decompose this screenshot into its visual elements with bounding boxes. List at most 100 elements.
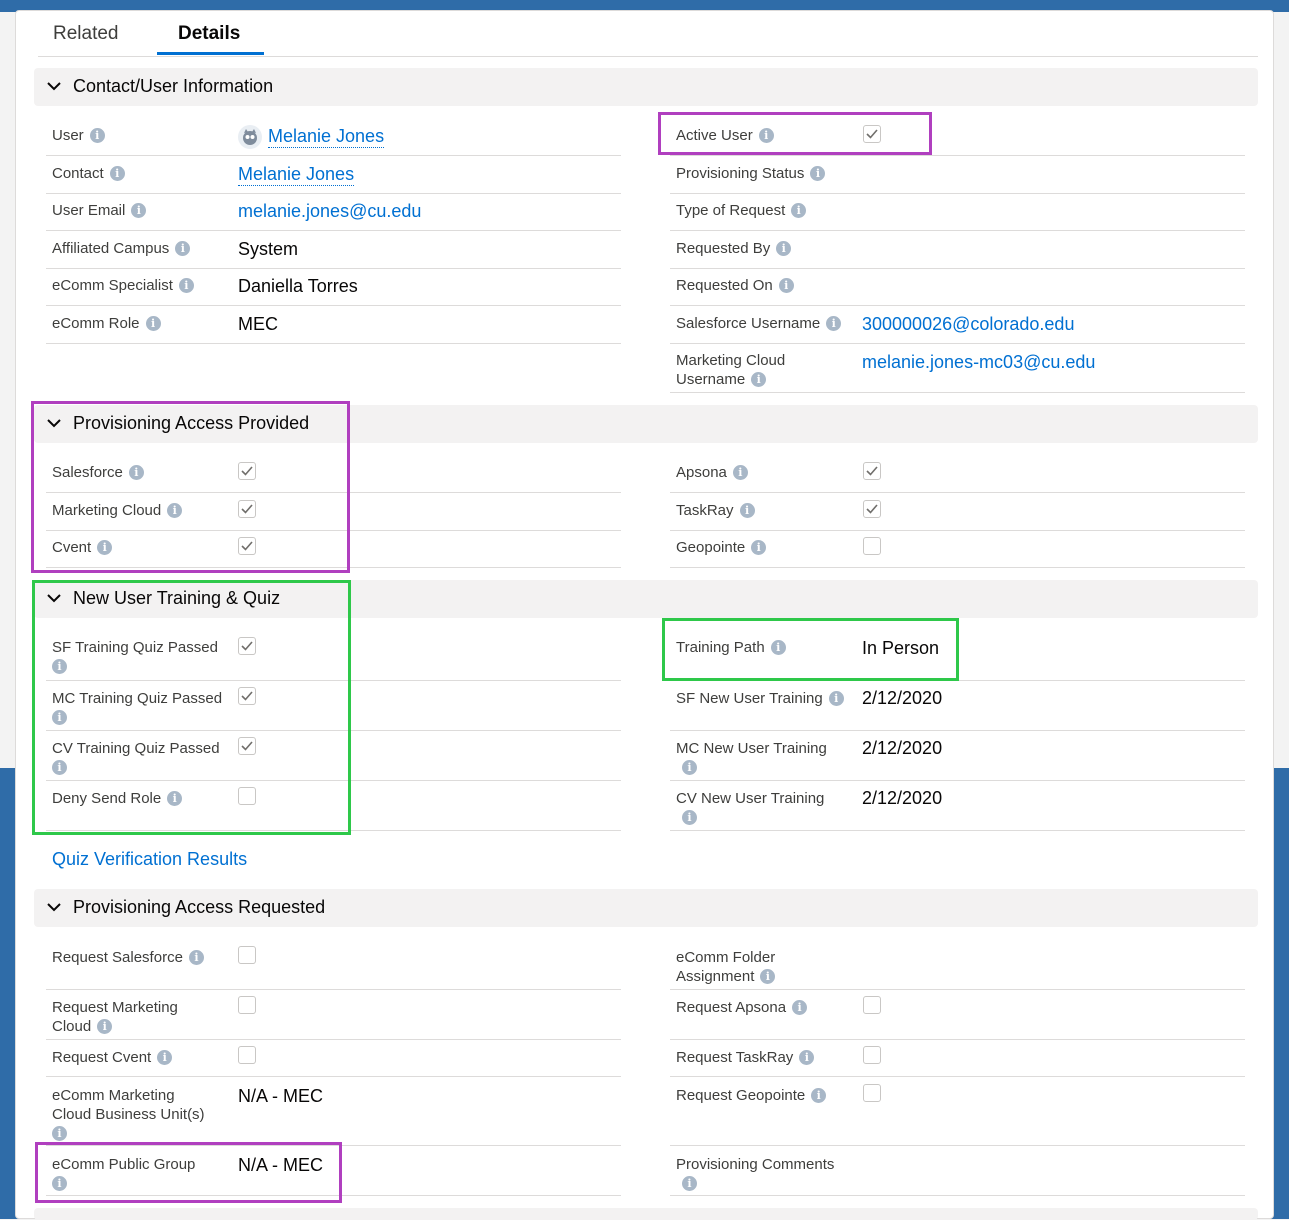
tab-details[interactable]: Details [178, 23, 240, 45]
divider [670, 392, 1245, 393]
divider [46, 1076, 621, 1077]
highlight-provisioning-provided [31, 401, 350, 573]
info-icon[interactable]: i [792, 999, 808, 1015]
info-icon[interactable]: i [682, 1175, 697, 1191]
request-salesforce-checkbox[interactable] [238, 946, 256, 964]
ecomm-specialist-value: Daniella Torres [238, 276, 358, 296]
geopointe-label: Geopointe i [676, 538, 767, 557]
divider [670, 1145, 1245, 1146]
divider [46, 193, 621, 194]
info-icon[interactable]: i [109, 165, 125, 181]
info-icon[interactable]: i [131, 202, 147, 218]
provisioning-status-label: Provisioning Status i [676, 164, 826, 183]
info-icon[interactable]: i [188, 949, 204, 965]
highlight-training-quiz [32, 580, 351, 835]
apsona-checkbox[interactable] [863, 462, 881, 480]
info-icon[interactable]: i [776, 240, 792, 256]
geopointe-checkbox[interactable] [863, 537, 881, 555]
divider [670, 730, 1245, 731]
section-header-contact-user-info[interactable]: Contact/User Information [34, 68, 1258, 106]
apsona-label: Apsona i [676, 463, 748, 482]
chevron-down-icon [47, 82, 61, 91]
ecomm-role-value: MEC [238, 314, 278, 334]
info-icon[interactable]: i [52, 1125, 67, 1141]
request-cvent-checkbox[interactable] [238, 1046, 256, 1064]
info-icon[interactable]: i [791, 202, 807, 218]
divider [670, 193, 1245, 194]
avatar [238, 125, 262, 149]
salesforce-username-link[interactable]: 300000026@colorado.edu [862, 314, 1074, 335]
highlight-public-group [35, 1142, 342, 1203]
info-icon[interactable]: i [751, 371, 767, 387]
info-icon[interactable]: i [89, 127, 105, 143]
type-of-request-label: Type of Request i [676, 201, 807, 220]
sf-new-user-training-label: SF New User Training i [676, 689, 844, 708]
divider [670, 155, 1245, 156]
mc-username-label: Marketing Cloud Username i [676, 352, 786, 388]
divider [670, 989, 1245, 990]
info-icon[interactable]: i [826, 315, 842, 331]
request-apsona-checkbox[interactable] [863, 996, 881, 1014]
taskray-label: TaskRay i [676, 501, 755, 520]
highlight-active-user [658, 112, 932, 155]
info-icon[interactable]: i [811, 1087, 827, 1103]
info-icon[interactable]: i [178, 277, 194, 293]
info-icon[interactable]: i [157, 1049, 173, 1065]
cv-new-user-training-label: CV New User Training i [676, 790, 825, 825]
user-email-link[interactable]: melanie.jones@cu.edu [238, 201, 421, 222]
user-email-label: User Email i [52, 201, 147, 220]
highlight-training-path [662, 618, 959, 681]
info-icon[interactable]: i [732, 464, 748, 480]
mc-username-link[interactable]: melanie.jones-mc03@cu.edu [862, 352, 1095, 373]
user-link[interactable]: Melanie Jones [268, 126, 385, 148]
affiliated-campus-value: System [238, 239, 299, 259]
info-icon[interactable]: i [778, 277, 794, 293]
ecomm-folder-assignment-label: eComm Folder Assignment i [676, 949, 776, 985]
request-taskray-checkbox[interactable] [863, 1046, 881, 1064]
quiz-verification-results-link[interactable]: Quiz Verification Results [52, 849, 247, 870]
info-icon[interactable]: i [751, 539, 767, 555]
divider [670, 1195, 1245, 1196]
section-header-next [34, 1208, 1258, 1220]
info-icon[interactable]: i [682, 759, 697, 775]
divider [46, 155, 621, 156]
sf-new-user-training-value: 2/12/2020 [862, 688, 943, 708]
requested-on-label: Requested On i [676, 276, 794, 295]
request-geopointe-checkbox[interactable] [863, 1084, 881, 1102]
active-tab-indicator [157, 52, 264, 55]
divider [670, 567, 1245, 568]
divider [670, 305, 1245, 306]
info-icon[interactable]: i [828, 690, 844, 706]
request-taskray-label: Request TaskRay i [676, 1048, 815, 1067]
section-header-provisioning-requested[interactable]: Provisioning Access Requested [34, 889, 1258, 927]
divider [670, 230, 1245, 231]
info-icon[interactable]: i [145, 315, 161, 331]
request-apsona-label: Request Apsona i [676, 998, 808, 1017]
divider [670, 780, 1245, 781]
request-marketing-cloud-checkbox[interactable] [238, 996, 256, 1014]
salesforce-username-label: Salesforce Username i [676, 314, 842, 333]
section-title: Provisioning Access Requested [73, 897, 326, 917]
section-title: Contact/User Information [73, 76, 274, 96]
info-icon[interactable]: i [682, 809, 697, 825]
info-icon[interactable]: i [799, 1049, 815, 1065]
info-icon[interactable]: i [739, 502, 755, 518]
taskray-checkbox[interactable] [863, 500, 881, 518]
info-icon[interactable]: i [810, 165, 826, 181]
divider [46, 268, 621, 269]
request-salesforce-label: Request Salesforce i [52, 948, 204, 967]
ecomm-role-label: eComm Role i [52, 314, 161, 333]
divider [46, 343, 621, 344]
tab-related[interactable]: Related [53, 23, 119, 45]
request-geopointe-label: Request Geopointe i [676, 1086, 827, 1105]
info-icon[interactable]: i [97, 1018, 113, 1034]
info-icon[interactable]: i [175, 240, 191, 256]
info-icon[interactable]: i [760, 968, 776, 984]
request-marketing-cloud-label: Request Marketing Cloud i [52, 999, 178, 1035]
mc-new-user-training-label: MC New User Training i [676, 740, 827, 775]
divider [46, 305, 621, 306]
divider [670, 1039, 1245, 1040]
contact-link[interactable]: Melanie Jones [238, 164, 355, 186]
divider [46, 230, 621, 231]
divider [670, 492, 1245, 493]
